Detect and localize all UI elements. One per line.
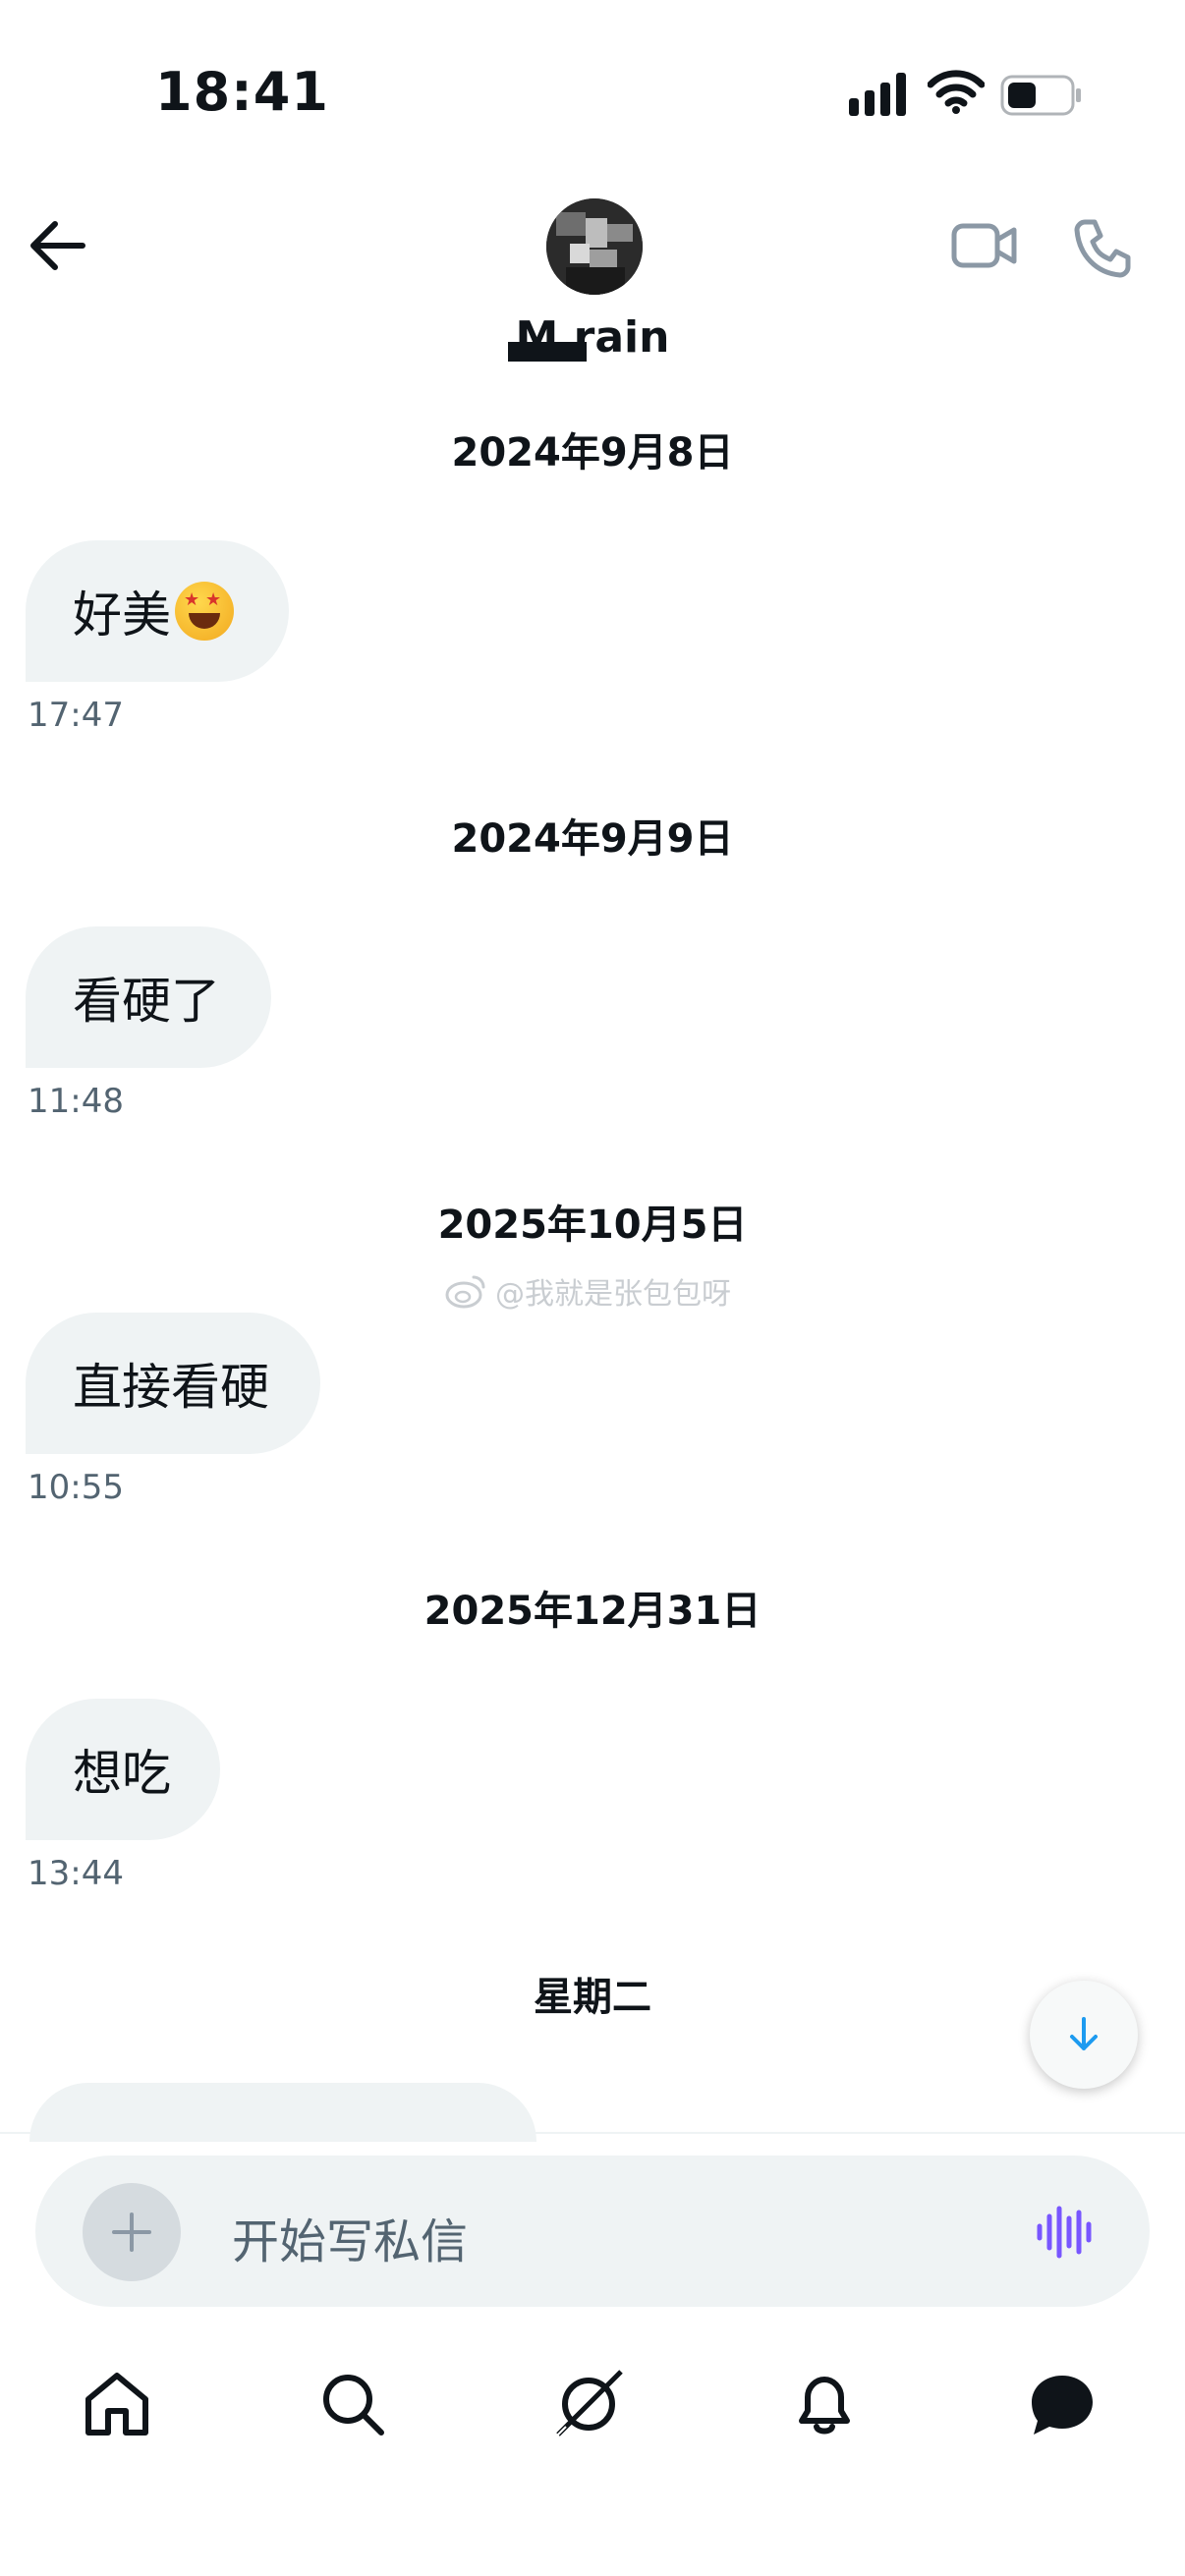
- message-text: 好美: [73, 587, 171, 644]
- grok-icon[interactable]: [552, 2368, 625, 2440]
- message-text: 直接看硬: [73, 1359, 269, 1416]
- wifi-icon: [928, 70, 985, 114]
- message-time: 17:47: [28, 696, 124, 735]
- date-separator: 2024年9月9日: [451, 816, 734, 862]
- message-text: 想吃: [73, 1745, 171, 1802]
- message-bubble[interactable]: 看硬了: [26, 926, 271, 1068]
- voice-message-icon[interactable]: [1036, 2205, 1097, 2260]
- star-struck-emoji-icon: [175, 582, 234, 641]
- notifications-icon[interactable]: [788, 2368, 861, 2440]
- cellular-signal-icon: [849, 73, 906, 116]
- date-separator: 2025年10月5日: [437, 1203, 748, 1248]
- watermark: @我就是张包包呀: [444, 1269, 731, 1313]
- arrow-down-icon: [1070, 2017, 1098, 2050]
- divider: [0, 2132, 1185, 2134]
- weibo-logo-icon: [445, 1275, 485, 1309]
- plus-icon: [112, 2212, 151, 2252]
- message-composer[interactable]: [35, 2156, 1150, 2307]
- status-time: 18:41: [155, 61, 329, 123]
- back-button[interactable]: [28, 218, 88, 273]
- home-icon[interactable]: [81, 2368, 153, 2440]
- message-bubble[interactable]: 想吃: [26, 1699, 220, 1840]
- watermark-text: @我就是张包包呀: [495, 1277, 731, 1312]
- date-separator: 2024年9月8日: [451, 430, 734, 476]
- search-icon[interactable]: [316, 2368, 389, 2440]
- message-text: 看硬了: [73, 973, 220, 1030]
- battery-icon: [1000, 75, 1081, 116]
- add-attachment-button[interactable]: [83, 2183, 181, 2281]
- video-call-icon[interactable]: [951, 218, 1018, 273]
- phone-call-icon[interactable]: [1071, 216, 1134, 279]
- contact-name[interactable]: M rain: [494, 312, 691, 362]
- message-time: 11:48: [28, 1082, 124, 1121]
- message-time: 10:55: [28, 1468, 124, 1507]
- messages-icon[interactable]: [1026, 2368, 1099, 2440]
- message-input[interactable]: 开始写私信: [232, 2203, 468, 2271]
- date-separator: 2025年12月31日: [423, 1589, 762, 1634]
- message-time: 13:44: [28, 1854, 124, 1893]
- date-separator: 星期二: [534, 1975, 651, 2020]
- message-bubble[interactable]: 直接看硬: [26, 1313, 320, 1454]
- message-bubble[interactable]: 好美: [26, 540, 289, 682]
- avatar[interactable]: [546, 198, 643, 295]
- scroll-to-bottom-button[interactable]: [1030, 1981, 1138, 2089]
